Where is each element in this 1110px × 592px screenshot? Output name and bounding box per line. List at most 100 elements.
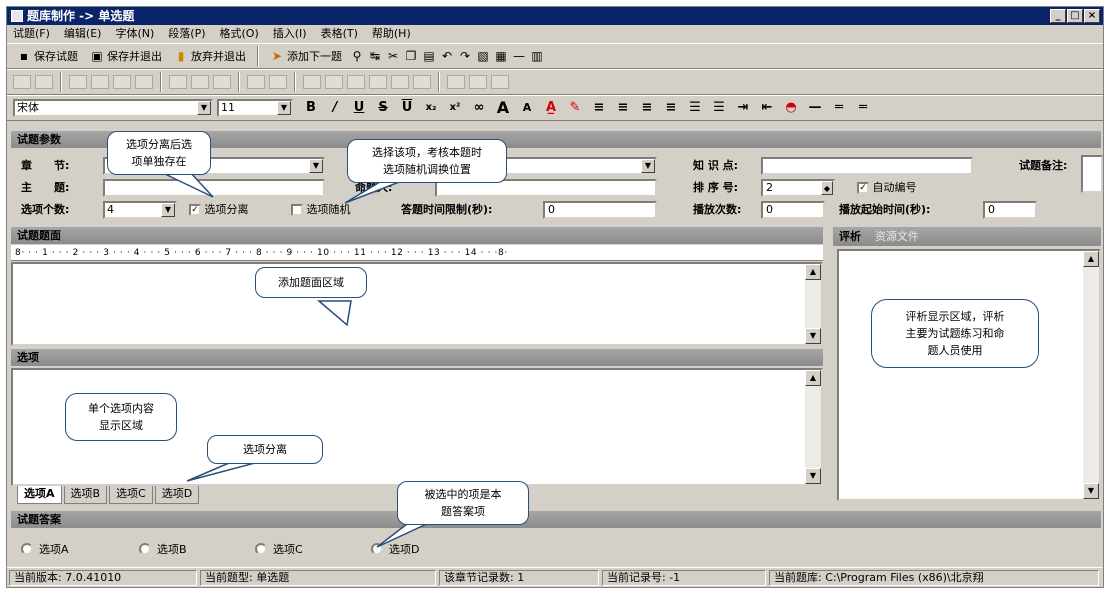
border-icon[interactable] bbox=[369, 75, 387, 89]
tab-option-a[interactable]: 选项A bbox=[17, 486, 62, 504]
font-color-icon[interactable]: A̲ bbox=[541, 98, 561, 118]
merge-cells-icon[interactable] bbox=[135, 75, 153, 89]
bullet-list-icon[interactable]: ☰ bbox=[685, 98, 705, 118]
remark-input[interactable] bbox=[1081, 155, 1103, 193]
menu-item-table[interactable]: 表格(T) bbox=[321, 25, 358, 43]
scroll-down-icon[interactable]: ▼ bbox=[1083, 483, 1099, 499]
italic-icon[interactable]: / bbox=[325, 98, 345, 118]
insert-file-icon[interactable]: ▦ bbox=[494, 49, 508, 63]
double-line-icon[interactable]: ═ bbox=[829, 98, 849, 118]
random-option[interactable]: 选项随机 bbox=[291, 201, 351, 219]
horizontal-line-icon[interactable]: — bbox=[512, 49, 526, 63]
border-icon[interactable] bbox=[347, 75, 365, 89]
play-start-input[interactable]: 0 bbox=[983, 201, 1037, 219]
insert-table-icon[interactable]: ▥ bbox=[530, 49, 544, 63]
split-cells-icon[interactable] bbox=[169, 75, 187, 89]
scroll-down-icon[interactable]: ▼ bbox=[805, 468, 821, 484]
tab-resources[interactable]: 资源文件 bbox=[875, 230, 919, 243]
insert-row-icon[interactable] bbox=[35, 75, 53, 89]
auto-number-checkbox[interactable]: ✓ bbox=[857, 182, 869, 194]
time-limit-input[interactable]: 0 bbox=[543, 201, 657, 219]
align-center-icon[interactable]: ≡ bbox=[613, 98, 633, 118]
strikethrough-icon[interactable]: S bbox=[373, 98, 393, 118]
paste-icon[interactable]: ▤ bbox=[422, 49, 436, 63]
radio-icon[interactable] bbox=[139, 543, 151, 555]
stem-editor[interactable]: ▲ ▼ bbox=[11, 262, 823, 346]
discard-exit-button[interactable]: ▮ 放弃并退出 bbox=[170, 45, 250, 67]
table-props-icon[interactable] bbox=[213, 75, 231, 89]
sort-input[interactable]: 2 ◆ bbox=[761, 179, 835, 197]
grow-font-icon[interactable]: A bbox=[493, 98, 513, 118]
numbered-list-icon[interactable]: ☰ bbox=[709, 98, 729, 118]
ruler[interactable]: 8· · · 1 · · · 2 · · · 3 · · · 4 · · · 5… bbox=[11, 245, 823, 261]
link-icon[interactable]: ∞ bbox=[469, 98, 489, 118]
align-right-icon[interactable]: ≡ bbox=[637, 98, 657, 118]
delete-row-icon[interactable] bbox=[91, 75, 109, 89]
menu-item-format[interactable]: 格式(O) bbox=[220, 25, 259, 43]
random-checkbox[interactable] bbox=[291, 204, 303, 216]
border-icon[interactable] bbox=[325, 75, 343, 89]
border-icon[interactable] bbox=[413, 75, 431, 89]
subscript-icon[interactable]: x₂ bbox=[421, 98, 441, 118]
subject-input[interactable] bbox=[103, 179, 325, 197]
option-scrollbar[interactable]: ▲ ▼ bbox=[805, 370, 821, 484]
double-line-icon[interactable]: ═ bbox=[853, 98, 873, 118]
knowledge-input[interactable] bbox=[761, 157, 973, 175]
border-icon[interactable] bbox=[303, 75, 321, 89]
tab-option-d[interactable]: 选项D bbox=[154, 486, 200, 504]
insert-column-icon[interactable] bbox=[69, 75, 87, 89]
outdent-icon[interactable]: ⇤ bbox=[757, 98, 777, 118]
find-icon[interactable]: ⚲ bbox=[350, 49, 364, 63]
spinner-icon[interactable]: ◆ bbox=[821, 181, 833, 195]
border-icon[interactable] bbox=[447, 75, 465, 89]
radio-icon[interactable] bbox=[255, 543, 267, 555]
answer-radio-c[interactable]: 选项C bbox=[255, 541, 303, 557]
separate-checkbox[interactable]: ✓ bbox=[189, 204, 201, 216]
scroll-up-icon[interactable]: ▲ bbox=[1083, 251, 1099, 267]
menu-item-edit[interactable]: 编辑(E) bbox=[64, 25, 102, 43]
background-color-icon[interactable]: ◓ bbox=[781, 98, 801, 118]
separate-option[interactable]: ✓ 选项分离 bbox=[189, 201, 249, 219]
overline-icon[interactable]: U bbox=[397, 98, 417, 118]
scroll-down-icon[interactable]: ▼ bbox=[805, 328, 821, 344]
tab-option-b[interactable]: 选项B bbox=[63, 486, 108, 504]
border-icon[interactable] bbox=[491, 75, 509, 89]
superscript-icon[interactable]: x² bbox=[445, 98, 465, 118]
minimize-button[interactable]: _ bbox=[1050, 9, 1066, 23]
radio-icon[interactable] bbox=[371, 543, 383, 555]
analysis-editor[interactable]: ▲ ▼ bbox=[837, 249, 1101, 501]
line-icon[interactable]: — bbox=[805, 98, 825, 118]
insert-image-icon[interactable]: ▧ bbox=[476, 49, 490, 63]
copy-icon[interactable]: ❐ bbox=[404, 49, 418, 63]
highlight-icon[interactable]: ✎ bbox=[565, 98, 585, 118]
underline-icon[interactable]: U bbox=[349, 98, 369, 118]
radio-icon[interactable] bbox=[21, 543, 33, 555]
cut-icon[interactable]: ✂ bbox=[386, 49, 400, 63]
maximize-button[interactable]: □ bbox=[1067, 9, 1083, 23]
border-icon[interactable] bbox=[269, 75, 287, 89]
scroll-up-icon[interactable]: ▲ bbox=[805, 370, 821, 386]
border-icon[interactable] bbox=[247, 75, 265, 89]
menu-item-help[interactable]: 帮助(H) bbox=[372, 25, 411, 43]
close-button[interactable]: × bbox=[1084, 9, 1100, 23]
auto-number-option[interactable]: ✓ 自动编号 bbox=[857, 179, 917, 197]
answer-radio-a[interactable]: 选项A bbox=[21, 541, 69, 557]
option-count-select[interactable]: 4 ▼ bbox=[103, 201, 177, 219]
menu-item-question[interactable]: 试题(F) bbox=[13, 25, 50, 43]
justify-icon[interactable]: ≡ bbox=[661, 98, 681, 118]
answer-radio-d[interactable]: 选项D bbox=[371, 541, 419, 557]
font-select[interactable]: 宋体 ▼ bbox=[13, 99, 213, 117]
menu-item-paragraph[interactable]: 段落(P) bbox=[168, 25, 205, 43]
undo-icon[interactable]: ↶ bbox=[440, 49, 454, 63]
scroll-up-icon[interactable]: ▲ bbox=[805, 264, 821, 280]
indent-icon[interactable]: ⇥ bbox=[733, 98, 753, 118]
tab-analysis[interactable]: 评析 bbox=[839, 230, 861, 243]
cell-align-icon[interactable] bbox=[191, 75, 209, 89]
font-size-select[interactable]: 11 ▼ bbox=[217, 99, 293, 117]
shrink-font-icon[interactable]: A bbox=[517, 98, 537, 118]
tab-option-c[interactable]: 选项C bbox=[109, 486, 153, 504]
bold-icon[interactable]: B bbox=[301, 98, 321, 118]
border-icon[interactable] bbox=[391, 75, 409, 89]
table-icon[interactable] bbox=[13, 75, 31, 89]
menu-item-insert[interactable]: 插入(I) bbox=[273, 25, 307, 43]
